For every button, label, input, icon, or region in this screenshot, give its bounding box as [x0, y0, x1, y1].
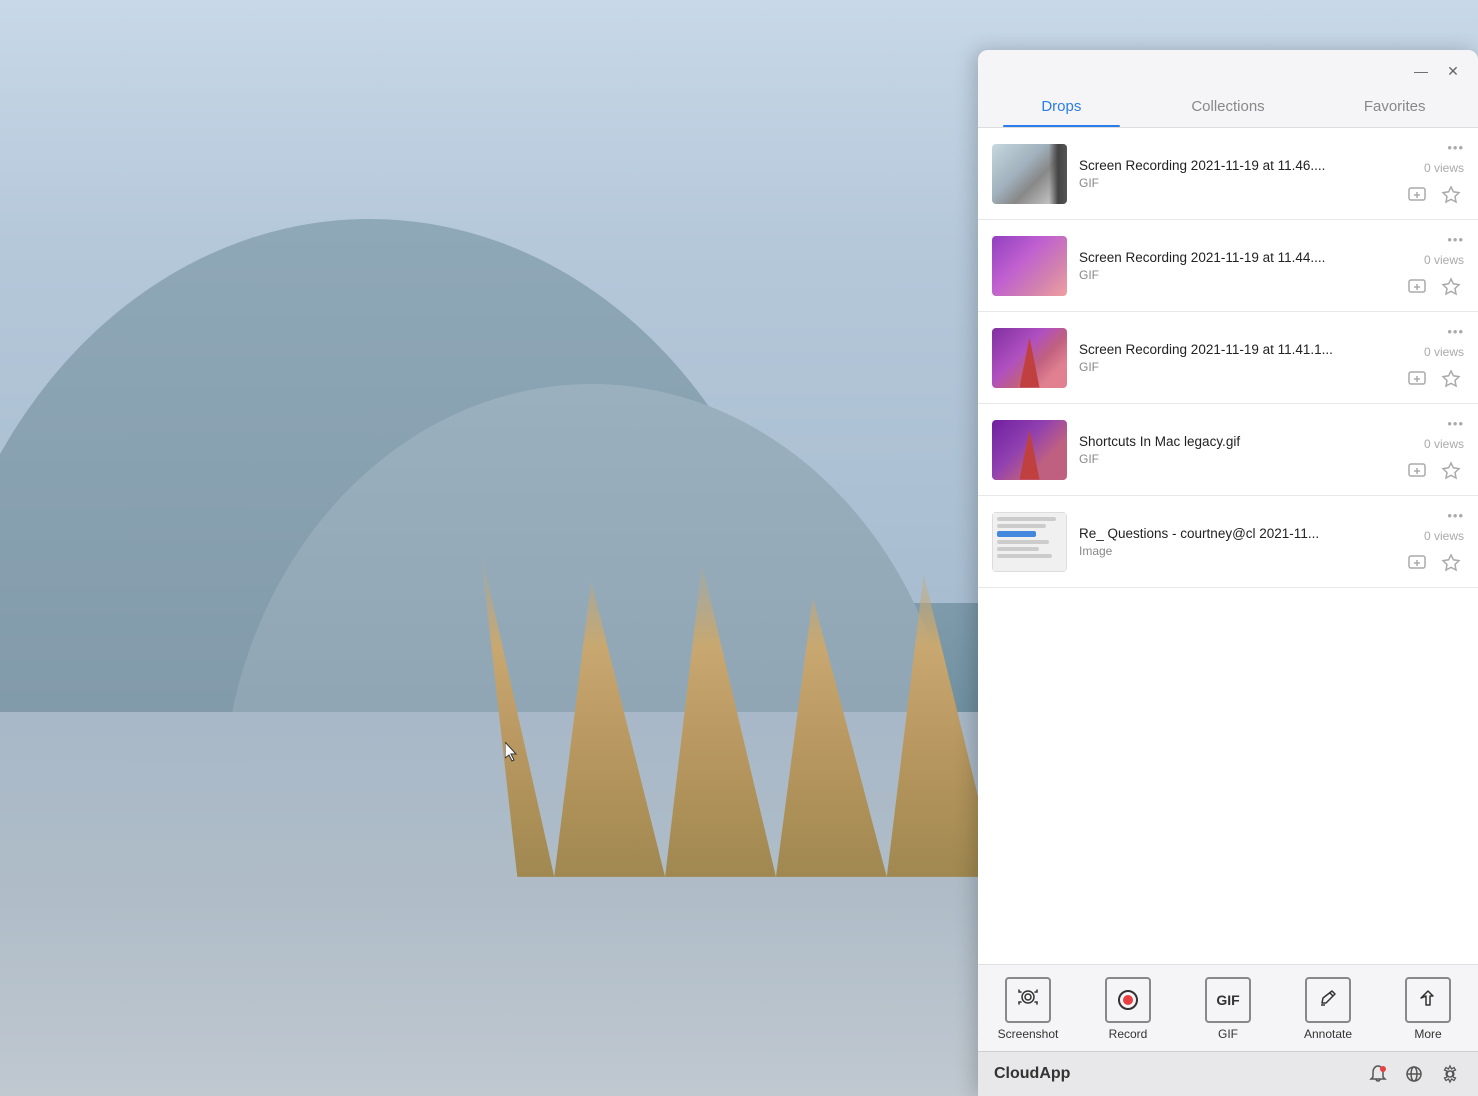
tab-bar: Drops Collections Favorites [978, 88, 1478, 128]
screenshot-tool[interactable]: Screenshot [978, 973, 1078, 1045]
drop-title: Screen Recording 2021-11-19 at 11.41.1..… [1079, 342, 1394, 357]
drop-info: Screen Recording 2021-11-19 at 11.46....… [1079, 158, 1394, 190]
drop-title: Screen Recording 2021-11-19 at 11.46.... [1079, 158, 1394, 173]
record-label: Record [1109, 1027, 1148, 1041]
drop-menu-button[interactable]: ••• [1447, 416, 1464, 431]
drop-item[interactable]: Re_ Questions - courtney@cl 2021-11... I… [978, 496, 1478, 588]
more-icon [1418, 988, 1438, 1013]
screenshot-icon-wrap [1005, 977, 1051, 1023]
drop-type: GIF [1079, 360, 1394, 374]
tree-decoration [1020, 338, 1040, 388]
image-preview-lines [993, 513, 1066, 562]
drop-thumbnail [992, 236, 1067, 296]
drop-actions: ••• 0 views [1394, 324, 1464, 391]
record-icon-wrap [1105, 977, 1151, 1023]
drop-actions: ••• 0 views [1394, 232, 1464, 299]
screenshot-icon [1017, 986, 1039, 1014]
drop-info: Shortcuts In Mac legacy.gif GIF [1079, 434, 1394, 466]
annotate-tool[interactable]: Annotate [1278, 973, 1378, 1045]
title-bar: — ✕ [978, 50, 1478, 88]
annotate-label: Annotate [1304, 1027, 1352, 1041]
drop-item[interactable]: Screen Recording 2021-11-19 at 11.46....… [978, 128, 1478, 220]
favorite-button[interactable] [1438, 273, 1464, 299]
gif-icon: GIF [1216, 992, 1239, 1008]
drop-type: Image [1079, 544, 1394, 558]
add-to-collection-button[interactable] [1404, 365, 1430, 391]
cloudapp-panel: — ✕ Drops Collections Favorites Screen R… [978, 50, 1478, 1096]
gif-tool[interactable]: GIF GIF [1178, 973, 1278, 1045]
thumbnail-image [992, 512, 1067, 572]
drop-actions: ••• 0 views [1394, 508, 1464, 575]
drop-views: 0 views [1424, 253, 1464, 267]
bottom-bar: CloudApp [978, 1051, 1478, 1096]
thumbnail-gif2 [992, 236, 1067, 296]
drop-menu-button[interactable]: ••• [1447, 324, 1464, 339]
drop-views: 0 views [1424, 345, 1464, 359]
gif-label: GIF [1218, 1027, 1238, 1041]
record-icon [1118, 990, 1138, 1010]
favorite-button[interactable] [1438, 181, 1464, 207]
drop-title: Shortcuts In Mac legacy.gif [1079, 434, 1394, 449]
drop-views: 0 views [1424, 529, 1464, 543]
screenshot-label: Screenshot [998, 1027, 1059, 1041]
drop-views: 0 views [1424, 437, 1464, 451]
drop-thumbnail [992, 328, 1067, 388]
tab-drops[interactable]: Drops [978, 88, 1145, 127]
drop-icon-buttons [1404, 181, 1464, 207]
drop-actions: ••• 0 views [1394, 140, 1464, 207]
drop-icon-buttons [1404, 549, 1464, 575]
drop-icon-buttons [1404, 273, 1464, 299]
drop-menu-button[interactable]: ••• [1447, 508, 1464, 523]
add-to-collection-button[interactable] [1404, 549, 1430, 575]
tree-decoration [1020, 430, 1040, 480]
annotate-icon-wrap [1305, 977, 1351, 1023]
tab-collections[interactable]: Collections [1145, 88, 1312, 127]
favorite-button[interactable] [1438, 457, 1464, 483]
app-name-label: CloudApp [994, 1065, 1070, 1083]
thumbnail-gif1 [992, 144, 1067, 204]
more-tool[interactable]: More [1378, 973, 1478, 1045]
drop-type: GIF [1079, 452, 1394, 466]
drop-info: Screen Recording 2021-11-19 at 11.41.1..… [1079, 342, 1394, 374]
drop-views: 0 views [1424, 161, 1464, 175]
add-to-collection-button[interactable] [1404, 273, 1430, 299]
drop-menu-button[interactable]: ••• [1447, 140, 1464, 155]
drop-item[interactable]: Shortcuts In Mac legacy.gif GIF ••• 0 vi… [978, 404, 1478, 496]
drop-thumbnail [992, 420, 1067, 480]
more-icon-wrap [1405, 977, 1451, 1023]
favorite-button[interactable] [1438, 549, 1464, 575]
drop-thumbnail [992, 512, 1067, 572]
drops-list: Screen Recording 2021-11-19 at 11.46....… [978, 128, 1478, 964]
settings-gear-icon[interactable] [1438, 1062, 1462, 1086]
drop-menu-button[interactable]: ••• [1447, 232, 1464, 247]
drop-info: Screen Recording 2021-11-19 at 11.44....… [1079, 250, 1394, 282]
drop-title: Re_ Questions - courtney@cl 2021-11... [1079, 526, 1394, 541]
drop-actions: ••• 0 views [1394, 416, 1464, 483]
toolbar: Screenshot Record GIF GIF Annotate [978, 964, 1478, 1051]
drop-type: GIF [1079, 268, 1394, 282]
tab-favorites[interactable]: Favorites [1311, 88, 1478, 127]
drop-thumbnail [992, 144, 1067, 204]
drop-info: Re_ Questions - courtney@cl 2021-11... I… [1079, 526, 1394, 558]
annotate-icon [1318, 988, 1338, 1013]
more-label: More [1414, 1027, 1441, 1041]
add-to-collection-button[interactable] [1404, 181, 1430, 207]
bottom-icon-group [1366, 1062, 1462, 1086]
drop-title: Screen Recording 2021-11-19 at 11.44.... [1079, 250, 1394, 265]
drop-icon-buttons [1404, 365, 1464, 391]
thumbnail-gif3 [992, 328, 1067, 388]
drop-item[interactable]: Screen Recording 2021-11-19 at 11.44....… [978, 220, 1478, 312]
globe-icon[interactable] [1402, 1062, 1426, 1086]
notifications-bell-icon[interactable] [1366, 1062, 1390, 1086]
drop-item[interactable]: Screen Recording 2021-11-19 at 11.41.1..… [978, 312, 1478, 404]
record-tool[interactable]: Record [1078, 973, 1178, 1045]
drop-icon-buttons [1404, 457, 1464, 483]
close-button[interactable]: ✕ [1442, 60, 1464, 82]
minimize-button[interactable]: — [1410, 60, 1432, 82]
gif-icon-wrap: GIF [1205, 977, 1251, 1023]
add-to-collection-button[interactable] [1404, 457, 1430, 483]
drop-type: GIF [1079, 176, 1394, 190]
thumbnail-gif4 [992, 420, 1067, 480]
favorite-button[interactable] [1438, 365, 1464, 391]
